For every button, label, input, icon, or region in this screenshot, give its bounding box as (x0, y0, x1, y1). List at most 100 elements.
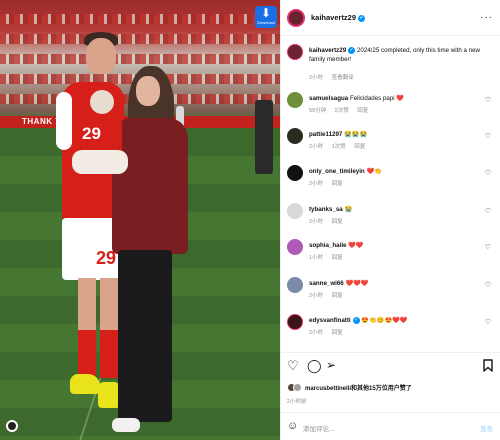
comment-username[interactable]: edysvanfinatti (309, 317, 351, 324)
verified-icon: ✓ (348, 46, 356, 54)
comment-body: 😍👏😊😍❤️❤️ (361, 317, 408, 324)
comment-meta: 2小时 1次赞 回复 (309, 142, 372, 150)
caption-meta: 2小时 查看翻译 (309, 73, 361, 81)
translate-link[interactable]: 查看翻译 (332, 75, 354, 81)
like-comment-icon[interactable]: ♡ (485, 281, 491, 289)
comment-time: 2小时 (309, 144, 324, 150)
comment-body: 😭😭😭 (344, 131, 368, 138)
verified-icon: ✓ (352, 316, 360, 324)
liked-by-text[interactable]: marcusbettinelli和其他15万位用户赞了 (305, 383, 412, 392)
author-avatar[interactable] (287, 8, 305, 27)
bystander (255, 100, 273, 174)
commenter-avatar[interactable] (287, 128, 303, 144)
comment-meta: 2小时 回复 (309, 217, 350, 225)
comment-body: ❤️❤️❤️ (345, 280, 369, 287)
download-label: Download (257, 20, 275, 25)
man-boot (98, 382, 120, 408)
save-bookmark-icon[interactable] (483, 359, 493, 374)
download-button[interactable]: ⬇ Download (255, 6, 277, 28)
man-sock (78, 330, 96, 378)
reply-link[interactable]: 回复 (332, 219, 343, 225)
emoji-icon[interactable]: ☺ (287, 421, 298, 432)
like-comment-icon[interactable]: ♡ (485, 243, 491, 251)
like-comment-icon[interactable]: ♡ (485, 169, 491, 177)
comment-username[interactable]: only_one_timileyin (309, 168, 365, 175)
post-side-panel: kaihavertz29 ✓ ··· kaihavertz29 ✓ 2024/25 … (280, 0, 500, 440)
comment-body: Felicidades papi ❤️ (349, 95, 405, 102)
reply-link[interactable]: 回复 (332, 255, 343, 261)
commenter-avatar[interactable] (287, 277, 303, 293)
comment-text: sanne_wi66 ❤️❤️❤️ (309, 279, 489, 288)
commenter-avatar[interactable] (287, 203, 303, 219)
like-comment-icon[interactable]: ♡ (485, 132, 491, 140)
baby-legs (72, 150, 128, 174)
caption-username[interactable]: kaihavertz29 (309, 47, 346, 54)
woman-jacket (112, 118, 188, 254)
comment-text: edysvanfinatti ✓ 😍👏😊😍❤️❤️ (309, 316, 489, 325)
reply-link[interactable]: 回复 (332, 293, 343, 299)
verified-icon: ✓ (358, 14, 366, 22)
liked-by[interactable]: marcusbettinelli和其他15万位用户赞了 (287, 383, 412, 392)
like-comment-icon[interactable]: ♡ (485, 207, 491, 215)
like-icon[interactable]: ♡ (287, 359, 299, 372)
commenter-avatar[interactable] (287, 239, 303, 255)
share-icon[interactable]: ➢ (326, 359, 336, 372)
comment-username[interactable]: sophia_haile (309, 242, 346, 249)
post-header: kaihavertz29 ✓ ··· (281, 0, 500, 36)
comment-time: 59分钟 (309, 108, 327, 114)
stadium-stands (0, 54, 280, 64)
comment-time: 2小时 (309, 219, 324, 225)
comment-time: 2小时 (309, 330, 324, 336)
download-icon: ⬇ (260, 6, 272, 20)
woman-shoe (112, 418, 140, 432)
comment-icon[interactable]: ◯ (307, 359, 322, 372)
comment-username[interactable]: sanne_wi66 (309, 280, 344, 287)
reply-link[interactable]: 回复 (354, 144, 365, 150)
stadium-stands (0, 34, 280, 44)
comment-time: 1小时 (309, 255, 324, 261)
more-options-icon[interactable]: ··· (480, 12, 493, 23)
comment-time: 2小时 (309, 293, 324, 299)
comments-list[interactable]: kaihavertz29 ✓ 2024/25 completed, only th… (281, 36, 500, 352)
liker-avatar (293, 383, 302, 392)
commenter-avatar[interactable] (287, 92, 303, 108)
comment-text: only_one_timileyin ❤️👏 (309, 167, 489, 176)
comment-meta: 2小时 回复 (309, 291, 350, 299)
like-comment-icon[interactable]: ♡ (485, 96, 491, 104)
baby-shirt-number: 29 (82, 124, 101, 143)
comment-body: ❤️👏 (366, 168, 382, 175)
comment-username[interactable]: pattie11297 (309, 131, 342, 138)
author-avatar[interactable] (287, 44, 303, 60)
comment-likes[interactable]: 1次赞 (332, 144, 346, 150)
comment-meta: 2小时 回复 (309, 328, 350, 336)
comment-meta: 59分钟 2次赞 回复 (309, 106, 375, 114)
baby-head (90, 90, 114, 114)
comment-username[interactable]: samuelsagua (309, 95, 348, 102)
man-sock (100, 330, 118, 378)
man-sleeve (56, 92, 72, 150)
woman-face (136, 76, 160, 106)
comment-body: ❤️❤️ (348, 242, 364, 249)
commenter-avatar[interactable] (287, 165, 303, 181)
comment-username[interactable]: tybanks_sa (309, 206, 343, 213)
reply-link[interactable]: 回复 (357, 108, 368, 114)
comment-meta: 1小时 回复 (309, 253, 350, 261)
add-comment-bar: ☺ 添加评论... 发布 (281, 412, 500, 440)
post-photo[interactable]: THANK YOU 29 29 ⬇ Download (0, 0, 280, 440)
woman-pants (118, 250, 172, 422)
comment-text: tybanks_sa 😭 (309, 205, 489, 214)
post-comment-button[interactable]: 发布 (480, 423, 493, 433)
comment-time: 2小时 (309, 181, 324, 187)
reply-link[interactable]: 回复 (332, 330, 343, 336)
comment-meta: 2小时 回复 (309, 179, 350, 187)
reply-link[interactable]: 回复 (332, 181, 343, 187)
comment-input[interactable]: 添加评论... (303, 423, 334, 433)
commenter-avatar[interactable] (287, 314, 303, 330)
caption-time: 2小时 (309, 75, 324, 81)
stadium-stands (0, 14, 280, 24)
author-username[interactable]: kaihavertz29 ✓ (311, 13, 366, 22)
comment-likes[interactable]: 2次赞 (335, 108, 349, 114)
like-comment-icon[interactable]: ♡ (485, 318, 491, 326)
man-boot (70, 374, 100, 394)
user-tag-icon[interactable] (6, 420, 18, 432)
